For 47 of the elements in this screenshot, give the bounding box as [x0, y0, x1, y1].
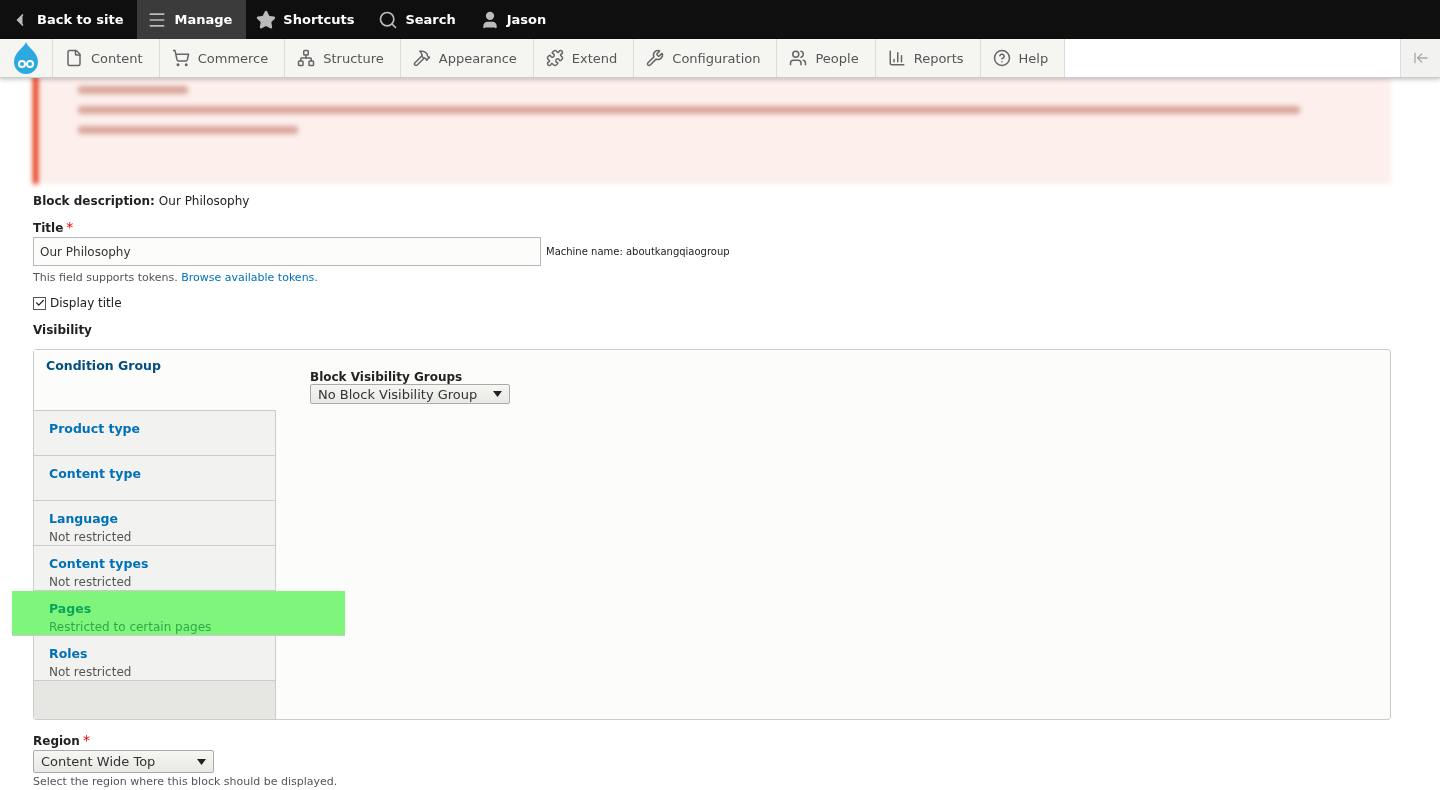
- tokens-link[interactable]: Browse available tokens.: [181, 271, 318, 284]
- field-value: Our Philosophy: [158, 194, 250, 208]
- toolbar-tab[interactable]: Back to site: [0, 0, 138, 39]
- wrench-icon: [646, 49, 665, 67]
- field-label: Block Visibility Groups: [310, 370, 464, 384]
- toolbar-tab[interactable]: Manage: [137, 0, 247, 39]
- required-mark: *: [82, 732, 90, 748]
- caret-icon: [197, 758, 206, 765]
- collapse-icon: [1412, 50, 1429, 66]
- caret-icon: [493, 391, 502, 397]
- menu-item[interactable]: Content: [52, 39, 159, 77]
- puzzle-icon: [545, 49, 564, 67]
- cart-icon: [171, 49, 190, 67]
- bar-chart-icon: [887, 49, 906, 67]
- checkbox[interactable]: [33, 296, 46, 310]
- checkbox-label: Display title: [50, 296, 122, 310]
- menu-item[interactable]: Extend: [532, 39, 634, 77]
- search-icon: [378, 9, 399, 30]
- drupal-logo-icon[interactable]: [11, 41, 41, 75]
- field-label: Block description:: [33, 194, 155, 208]
- region-select[interactable]: Content Wide Top: [33, 750, 214, 773]
- title-field[interactable]: Our Philosophy: [33, 237, 541, 266]
- help-icon: [992, 49, 1011, 67]
- hierarchy-icon: [297, 49, 316, 67]
- collapse-button[interactable]: [1400, 39, 1440, 77]
- menu-item[interactable]: Commerce: [158, 39, 285, 77]
- menu-item[interactable]: Appearance: [399, 39, 533, 77]
- required-mark: *: [66, 219, 74, 235]
- section-label: Visibility: [33, 323, 92, 337]
- file-icon: [65, 49, 83, 67]
- menu-item[interactable]: Configuration: [633, 39, 777, 77]
- toolbar-tab[interactable]: Search: [368, 0, 470, 39]
- menu-item[interactable]: Reports: [874, 39, 980, 77]
- hammer-icon: [412, 49, 431, 67]
- machine-name: Machine name: aboutkangqiaogroup: [546, 246, 730, 257]
- toolbar-tab[interactable]: Jason: [469, 0, 561, 39]
- field-label: Title: [33, 221, 64, 235]
- menu-item[interactable]: Structure: [284, 39, 400, 77]
- help-text: Select the region where this block should be displayed.: [33, 775, 338, 788]
- menu-item[interactable]: People: [776, 39, 875, 77]
- visibility-group-select[interactable]: No Block Visibility Group: [310, 384, 510, 404]
- people-icon: [789, 49, 808, 67]
- help-text: This field supports tokens. Browse available tokens.: [33, 271, 318, 284]
- star-icon: [256, 9, 277, 30]
- field-label: Region: [33, 734, 80, 748]
- vertical-tab[interactable]: Condition Group: [34, 350, 276, 411]
- toolbar-tab[interactable]: Shortcuts: [246, 0, 369, 39]
